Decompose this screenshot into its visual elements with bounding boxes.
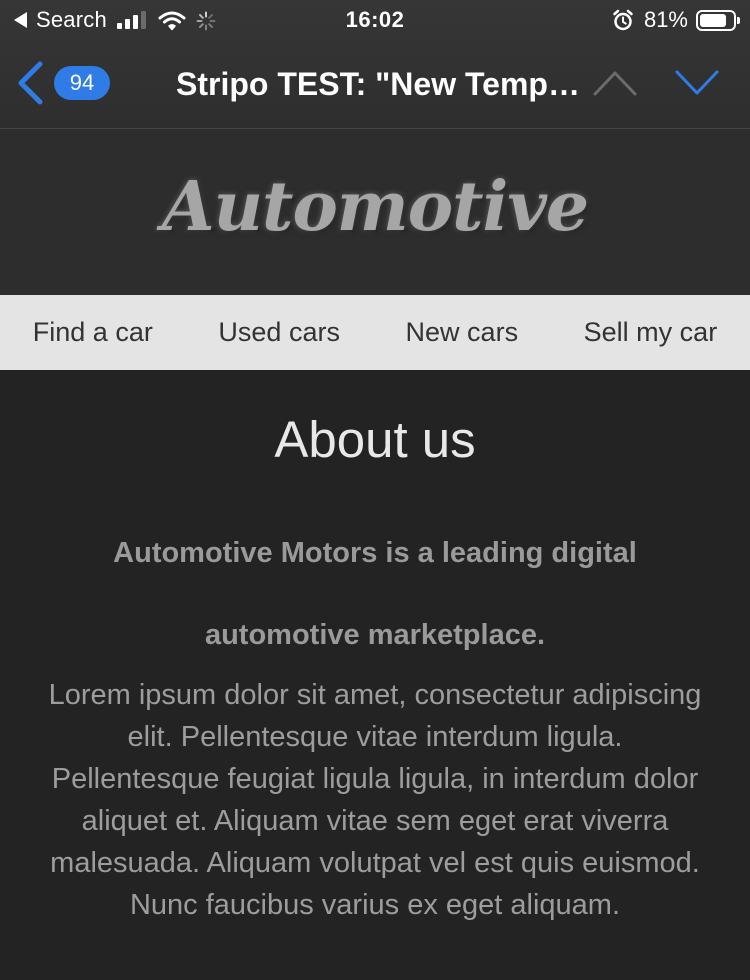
about-lead: Automotive Motors is a leading digital a… [60, 512, 690, 676]
about-section: About us Automotive Motors is a leading … [0, 370, 750, 980]
menu-item-new-cars[interactable]: New cars [406, 317, 519, 348]
about-title: About us [274, 411, 476, 468]
message-subject: Stripo TEST: "New Template" [176, 66, 586, 102]
about-lead-line: automotive marketplace. [204, 619, 546, 651]
menu-item-sell-my-car[interactable]: Sell my car [584, 317, 718, 348]
top-chrome: Search 16:02 81% 94 Stripo TEST: "New Te… [0, 0, 750, 129]
email-menu-bar: Find a car Used cars New cars Sell my ca… [0, 295, 750, 370]
mail-message-screen: Search 16:02 81% 94 Stripo TEST: "New Te… [0, 0, 750, 980]
battery-icon [696, 9, 740, 31]
about-lead-line: Automotive Motors is a leading digital [113, 537, 637, 569]
back-chevron-icon[interactable] [14, 60, 46, 106]
menu-item-find-a-car[interactable]: Find a car [33, 317, 153, 348]
previous-message-icon[interactable] [592, 68, 638, 98]
email-header-logo-band: Automotive [0, 129, 750, 295]
menu-item-used-cars[interactable]: Used cars [218, 317, 340, 348]
about-body-text: Lorem ipsum dolor sit amet, consectetur … [48, 679, 702, 921]
alarm-icon [613, 9, 633, 31]
unread-count-badge[interactable]: 94 [54, 66, 110, 100]
next-message-icon[interactable] [674, 68, 720, 98]
automotive-logo: Automotive [161, 167, 589, 247]
battery-nub [737, 16, 740, 24]
status-bar: Search 16:02 81% [0, 0, 750, 40]
battery-level-fill [700, 13, 726, 27]
mail-nav-bar: 94 Stripo TEST: "New Template" [0, 40, 750, 128]
status-right: 81% [612, 6, 740, 34]
battery-percent: 81% [643, 7, 688, 32]
